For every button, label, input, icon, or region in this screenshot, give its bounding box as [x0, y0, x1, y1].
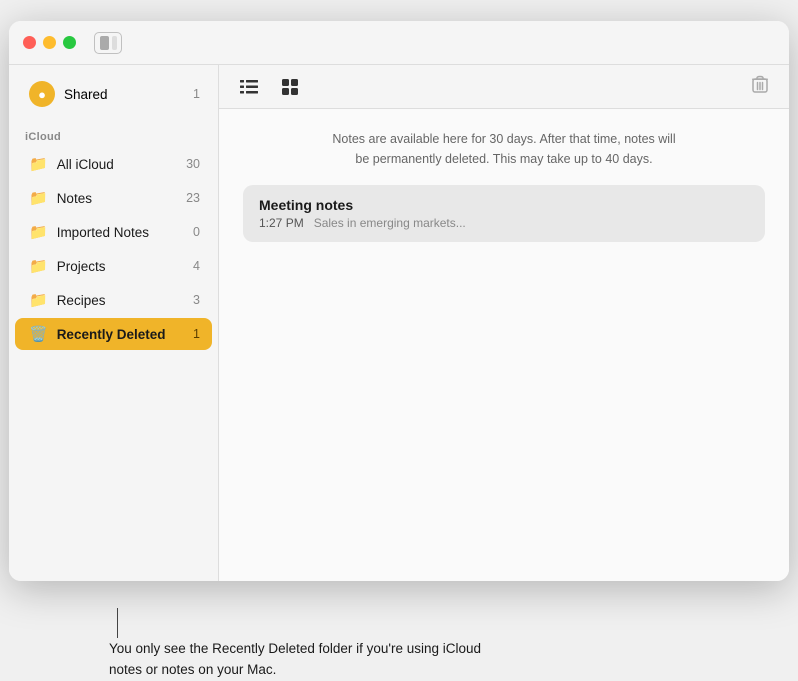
annotation-line [117, 608, 118, 638]
shared-icon: ● [29, 81, 55, 107]
sidebar-toggle-icon [100, 36, 117, 50]
minimize-button[interactable] [43, 36, 56, 49]
main-content: Notes are available here for 30 days. Af… [219, 109, 789, 581]
item-count: 23 [186, 191, 200, 205]
sidebar-item-all-icloud[interactable]: 📁 All iCloud 30 [15, 148, 212, 180]
main-toolbar [219, 65, 789, 109]
folder-icon: 📁 [29, 223, 48, 241]
note-title: Meeting notes [259, 197, 749, 213]
grid-view-button[interactable] [275, 74, 307, 100]
toolbar-right [745, 71, 775, 102]
note-card[interactable]: Meeting notes 1:27 PM Sales in emerging … [243, 185, 765, 242]
list-view-icon [240, 79, 258, 95]
folder-icon: 📁 [29, 155, 48, 173]
item-label: All iCloud [57, 157, 186, 172]
annotation-area: You only see the Recently Deleted folder… [109, 608, 489, 681]
item-count: 30 [186, 157, 200, 171]
item-count: 4 [193, 259, 200, 273]
annotation-text: You only see the Recently Deleted folder… [109, 638, 489, 681]
item-label: Notes [57, 191, 186, 206]
note-preview: Sales in emerging markets... [314, 216, 466, 230]
traffic-lights [23, 36, 76, 49]
sidebar: ● Shared 1 iCloud 📁 All iCloud 30 📁 Note… [9, 65, 219, 581]
note-meta: 1:27 PM Sales in emerging markets... [259, 216, 749, 230]
shared-label: Shared [64, 87, 193, 102]
list-view-button[interactable] [233, 74, 265, 100]
delete-button[interactable] [745, 71, 775, 102]
sidebar-item-recipes[interactable]: 📁 Recipes 3 [15, 284, 212, 316]
shared-count: 1 [193, 87, 200, 101]
item-count: 0 [193, 225, 200, 239]
content-area: ● Shared 1 iCloud 📁 All iCloud 30 📁 Note… [9, 65, 789, 581]
folder-icon: 📁 [29, 257, 48, 275]
main-panel: Notes are available here for 30 days. Af… [219, 65, 789, 581]
toolbar-left [233, 74, 307, 100]
sidebar-item-imported-notes[interactable]: 📁 Imported Notes 0 [15, 216, 212, 248]
item-label: Imported Notes [57, 225, 193, 240]
maximize-button[interactable] [63, 36, 76, 49]
folder-icon: 📁 [29, 291, 48, 309]
item-count: 1 [193, 327, 200, 341]
title-bar [9, 21, 789, 65]
item-label: Recently Deleted [57, 327, 193, 342]
info-banner: Notes are available here for 30 days. Af… [324, 129, 684, 169]
close-button[interactable] [23, 36, 36, 49]
item-count: 3 [193, 293, 200, 307]
sidebar-item-recently-deleted[interactable]: 🗑️ Recently Deleted 1 [15, 318, 212, 350]
sidebar-toggle-button[interactable] [94, 32, 122, 54]
sidebar-item-shared[interactable]: ● Shared 1 [15, 71, 212, 117]
trash-icon: 🗑️ [29, 325, 48, 343]
note-time: 1:27 PM [259, 216, 304, 230]
grid-view-icon [282, 79, 300, 95]
icloud-section-label: iCloud [9, 117, 218, 147]
item-label: Projects [57, 259, 193, 274]
sidebar-item-projects[interactable]: 📁 Projects 4 [15, 250, 212, 282]
item-label: Recipes [57, 293, 193, 308]
app-window: ● Shared 1 iCloud 📁 All iCloud 30 📁 Note… [9, 21, 789, 581]
trash-button-icon [752, 75, 768, 93]
sidebar-item-notes[interactable]: 📁 Notes 23 [15, 182, 212, 214]
folder-icon: 📁 [29, 189, 48, 207]
